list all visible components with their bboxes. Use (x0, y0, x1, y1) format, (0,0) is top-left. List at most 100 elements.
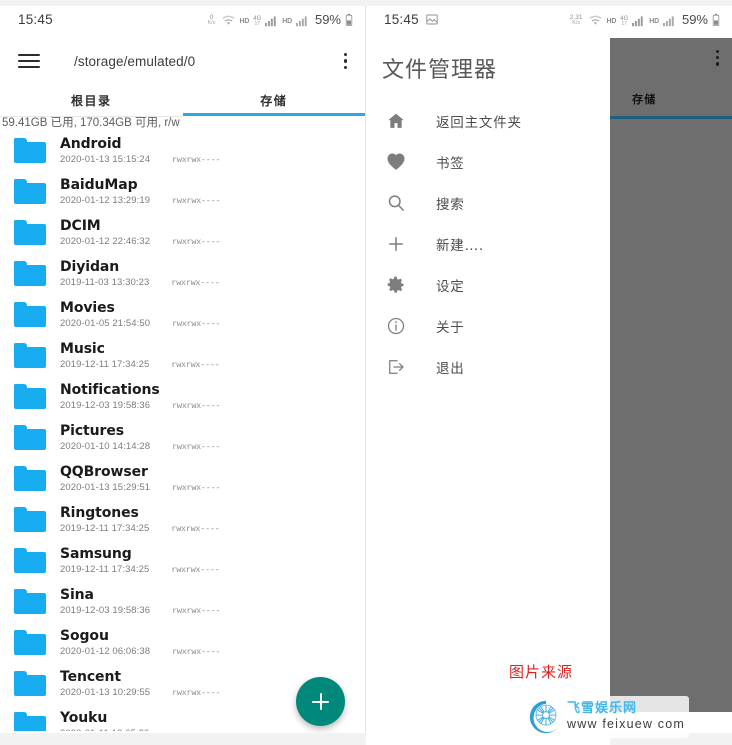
file-name: Sina (60, 587, 94, 604)
file-row[interactable]: Notifications 2019-12-03 19:58:36 rwxrwx--… (0, 376, 365, 417)
file-modified-date: 2019-12-11 17:34:25 (60, 358, 150, 370)
navigation-drawer: 文件管理器 返回主文件夹 书签 搜索 新建…. 设定 关于 退出 (366, 38, 610, 745)
file-sub: 2020-01-12 22:46:32 rwxrwx---- (60, 236, 220, 247)
drawer-item-info[interactable]: 关于 (366, 305, 610, 346)
file-name: Music (60, 341, 105, 358)
hamburger-menu-icon[interactable] (18, 50, 40, 71)
file-name: Sogou (60, 628, 109, 645)
drawer-menu-list: 返回主文件夹书签搜索新建…. 设定 关于 退出 (366, 100, 610, 387)
home-icon (384, 109, 408, 133)
network-type-sub-right: 17 (621, 20, 628, 27)
file-meta: Notifications 2019-12-03 19:58:36 rwxrwx--… (60, 382, 220, 410)
network-type-badge: 4G 17 (253, 16, 261, 27)
app-bar: /storage/emulated/0 (0, 38, 365, 84)
drawer-item-heart[interactable]: 书签 (366, 141, 610, 182)
drawer-item-search[interactable]: 搜索 (366, 182, 610, 223)
screenshot-root: 15:45 0 K/s HD 4G 17 HD 59% /storage/emu… (0, 0, 732, 745)
file-name: Android (60, 136, 122, 153)
file-row[interactable]: Sina 2019-12-03 19:58:36 rwxrwx---- (0, 581, 365, 622)
tab-storage[interactable]: 存储 (183, 84, 366, 116)
file-meta: Tencent 2020-01-13 10:29:55 rwxrwx---- (60, 669, 220, 697)
folder-icon (14, 589, 46, 614)
hd-badge-1: HD (239, 17, 250, 25)
overflow-menu-icon[interactable] (340, 49, 351, 73)
file-row[interactable]: Ringtones 2019-12-11 17:34:25 rwxrwx---- (0, 499, 365, 540)
status-icons-group: 0 K/s HD 4G 17 HD 59% (208, 12, 353, 27)
network-speed-indicator: 0 K/s (208, 14, 216, 27)
file-sub: 2019-12-11 17:34:25 rwxrwx---- (60, 522, 220, 534)
file-modified-date: 2019-12-11 17:34:25 (60, 563, 150, 575)
file-row[interactable]: DCIM 2020-01-12 22:46:32 rwxrwx---- (0, 212, 365, 253)
drawer-item-label: 搜索 (436, 196, 465, 213)
watermark-source-label: 图片来源 (509, 663, 574, 681)
file-row[interactable]: BaiduMap 2020-01-12 13:29:19 rwxrwx---- (0, 171, 365, 212)
file-list[interactable]: Android 2020-01-13 15:15:24 rwxrwx---- Baid… (0, 130, 365, 731)
folder-icon (14, 343, 46, 368)
drawer-item-gear[interactable]: 设定 (366, 264, 610, 305)
file-meta: Sogou 2020-01-12 06:06:38 rwxrwx---- (60, 628, 220, 656)
file-sub: 2019-12-03 19:58:36 rwxrwx---- (60, 605, 220, 616)
battery-percent: 59% (314, 11, 341, 27)
file-permissions: rwxrwx---- (172, 318, 221, 329)
file-modified-date: 2020-01-12 06:06:38 (60, 645, 151, 657)
file-name: DCIM (60, 218, 101, 235)
file-name: Movies (60, 300, 115, 317)
file-sub: 2019-12-11 17:34:25 rwxrwx---- (60, 563, 220, 575)
file-sub: 2020-01-11 18:05:29 rwxrwx---- (60, 728, 220, 731)
watermark-text: 飞雪娱乐网 www feixuew com (567, 702, 685, 731)
file-name: Tencent (60, 669, 121, 686)
file-modified-date: 2019-12-11 17:34:25 (60, 522, 150, 534)
status-time: 15:45 (18, 11, 53, 27)
file-meta: Movies 2020-01-05 21:54:50 rwxrwx---- (60, 300, 220, 328)
current-path-label: /storage/emulated/0 (74, 53, 196, 69)
drawer-item-exit[interactable]: 退出 (366, 346, 610, 387)
overflow-menu-icon-dimmed (715, 50, 719, 66)
file-sub: 2019-12-03 19:58:36 rwxrwx---- (60, 400, 220, 411)
photo-icon (426, 14, 438, 25)
signal-bars-icon (265, 15, 278, 27)
wifi-icon (221, 14, 236, 27)
folder-icon (14, 261, 46, 286)
tab-active-indicator-dimmed (610, 116, 732, 119)
folder-icon (14, 548, 46, 573)
file-permissions: rwxrwx---- (172, 482, 221, 493)
file-modified-date: 2020-01-13 10:29:55 (60, 686, 151, 698)
file-permissions: rwxrwx---- (171, 564, 220, 575)
network-type-badge-right: 4G 17 (620, 16, 628, 27)
file-row[interactable]: Android 2020-01-13 15:15:24 rwxrwx---- (0, 130, 365, 171)
file-meta: BaiduMap 2020-01-12 13:29:19 rwxrwx---- (60, 177, 220, 205)
add-fab-button[interactable] (296, 677, 345, 726)
folder-icon (14, 507, 46, 532)
drawer-item-label: 书签 (436, 155, 465, 172)
drawer-item-plus[interactable]: 新建…. (366, 223, 610, 264)
file-sub: 2019-11-03 13:30:23 rwxrwx---- (60, 276, 220, 288)
file-name: QQBrowser (60, 464, 148, 481)
drawer-scrim-overlay[interactable]: 存储 (610, 38, 732, 712)
file-row[interactable]: Pictures 2020-01-10 14:14:28 rwxrwx---- (0, 417, 365, 458)
network-type-sub: 17 (254, 20, 261, 27)
file-permissions: rwxrwx---- (172, 400, 221, 411)
file-permissions: rwxrwx---- (172, 605, 221, 616)
file-name: Diyidan (60, 259, 120, 276)
file-meta: Sina 2019-12-03 19:58:36 rwxrwx---- (60, 587, 220, 615)
file-row[interactable]: Samsung 2019-12-11 17:34:25 rwxrwx---- (0, 540, 365, 581)
info-icon (384, 314, 408, 338)
heart-icon (384, 150, 408, 174)
drawer-item-home[interactable]: 返回主文件夹 (366, 100, 610, 141)
folder-icon (14, 302, 46, 327)
file-permissions: rwxrwx---- (172, 687, 221, 698)
file-meta: Youku2020-01-11 18:05:29 rwxrwx---- (60, 710, 220, 731)
file-row[interactable]: Diyidan 2019-11-03 13:30:23 rwxrwx---- (0, 253, 365, 294)
file-modified-date: 2019-11-03 13:30:23 (60, 276, 150, 288)
file-sub: 2020-01-13 15:29:51 rwxrwx---- (60, 482, 220, 493)
file-row[interactable]: QQBrowser 2020-01-13 15:29:51 rwxrwx---- (0, 458, 365, 499)
file-meta: Android 2020-01-13 15:15:24 rwxrwx---- (60, 136, 220, 164)
watermark-logo: 飞雪娱乐网 www feixuew com (523, 696, 690, 738)
folder-icon (14, 220, 46, 245)
network-speed-indicator-right: 2.31 K/s (570, 14, 583, 27)
file-row[interactable]: Sogou 2020-01-12 06:06:38 rwxrwx---- (0, 622, 365, 663)
file-row[interactable]: Music 2019-12-11 17:34:25 rwxrwx---- (0, 335, 365, 376)
tab-root-directory[interactable]: 根目录 (0, 84, 183, 116)
file-row[interactable]: Movies 2020-01-05 21:54:50 rwxrwx---- (0, 294, 365, 335)
battery-icon (345, 13, 353, 27)
